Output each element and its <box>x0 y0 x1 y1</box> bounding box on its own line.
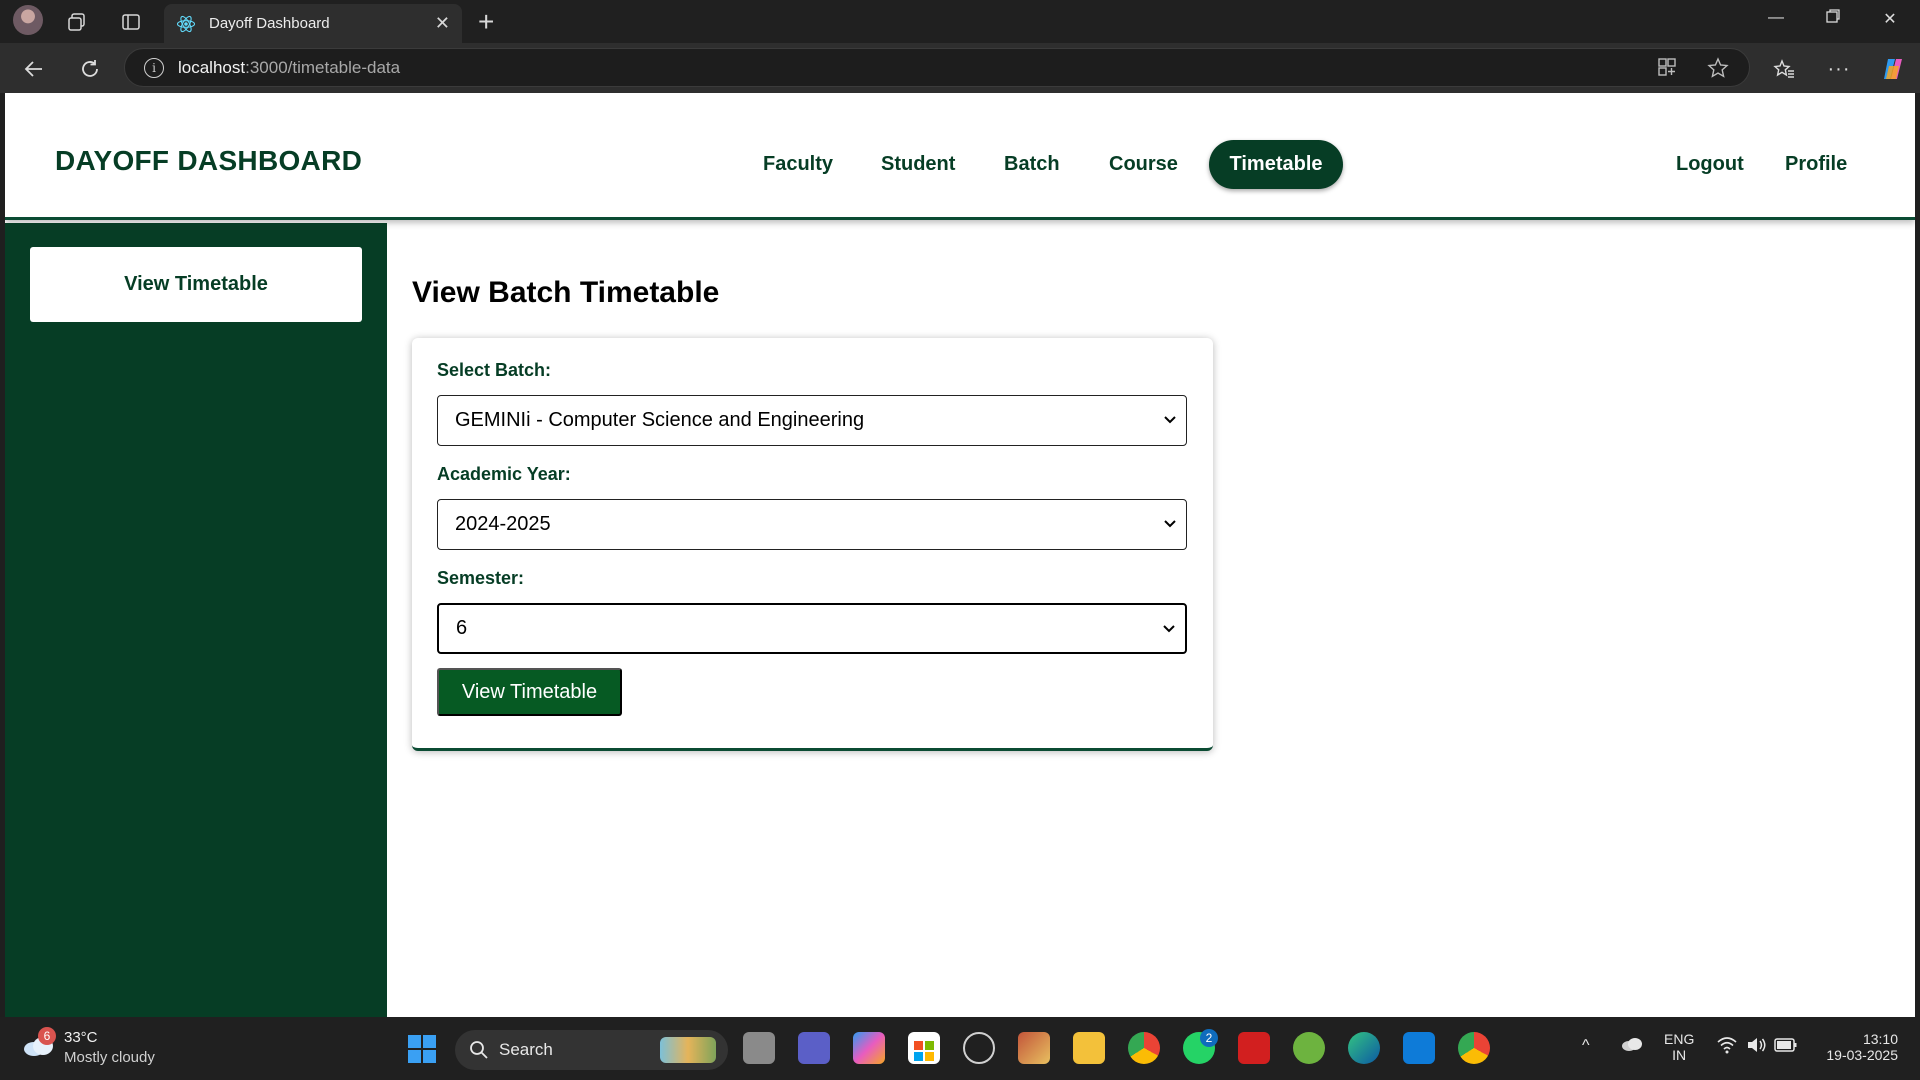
batch-select-value: GEMINIi - Computer Science and Engineeri… <box>455 409 865 431</box>
sidebar: View Timetable <box>5 223 387 1017</box>
search-label: Search <box>499 1040 553 1059</box>
page-title: View Batch Timetable <box>412 276 720 309</box>
teams-icon[interactable] <box>798 1032 830 1064</box>
restore-icon[interactable] <box>1813 9 1853 28</box>
weather-temperature[interactable]: 33°C <box>64 1029 98 1046</box>
region-code: IN <box>1672 1047 1687 1063</box>
view-timetable-button[interactable]: View Timetable <box>437 668 622 716</box>
taskbar: 6 33°C Mostly cloudy Search 2 ^ ENG IN 1… <box>0 1017 1920 1080</box>
semester-select-value: 6 <box>456 617 468 639</box>
semester-label: Semester: <box>437 568 525 588</box>
browser-tab-bar: Dayoff Dashboard ✕ + — ✕ <box>0 0 1920 43</box>
wifi-icon[interactable] <box>1716 1036 1738 1057</box>
profile-link[interactable]: Profile <box>1785 153 1847 176</box>
address-bar[interactable]: i localhost:3000/timetable-data <box>124 48 1750 87</box>
nav-faculty[interactable]: Faculty <box>763 153 833 176</box>
academic-year-label: Academic Year: <box>437 464 571 484</box>
browser-tab-active[interactable]: Dayoff Dashboard ✕ <box>164 4 462 43</box>
whatsapp-badge: 2 <box>1200 1029 1218 1047</box>
chrome-profile-icon[interactable] <box>1458 1032 1490 1064</box>
nav-course[interactable]: Course <box>1109 153 1178 176</box>
copilot-icon[interactable] <box>1879 55 1907 83</box>
show-hidden-icons[interactable]: ^ <box>1582 1037 1590 1055</box>
chevron-down-icon <box>1164 416 1176 424</box>
acrobat-icon[interactable] <box>1238 1032 1270 1064</box>
tab-title: Dayoff Dashboard <box>209 15 330 32</box>
workspaces-icon[interactable] <box>63 8 91 36</box>
academic-year-select[interactable]: 2024-2025 <box>437 499 1187 550</box>
game-app-icon[interactable] <box>1018 1032 1050 1064</box>
url-host: localhost <box>178 57 246 77</box>
clock[interactable]: 13:10 19-03-2025 <box>1812 1031 1898 1063</box>
favorite-star-icon[interactable] <box>1707 57 1729 85</box>
language-code: ENG <box>1664 1031 1695 1047</box>
semester-select[interactable]: 6 <box>437 603 1187 654</box>
language-indicator[interactable]: ENG IN <box>1664 1031 1694 1063</box>
minimize-icon[interactable]: — <box>1756 9 1796 27</box>
more-options-icon[interactable]: ··· <box>1825 55 1853 83</box>
close-tab-icon[interactable]: ✕ <box>435 13 450 33</box>
academic-year-select-value: 2024-2025 <box>455 513 551 535</box>
vscode-icon[interactable] <box>1403 1032 1435 1064</box>
nav-student[interactable]: Student <box>881 153 955 176</box>
app-header: DAYOFF DASHBOARD Faculty Student Batch C… <box>5 93 1915 220</box>
url-path: :3000/timetable-data <box>245 57 401 77</box>
volume-icon[interactable] <box>1746 1036 1768 1057</box>
spring-tools-icon[interactable] <box>1293 1032 1325 1064</box>
clock-time: 13:10 <box>1862 1031 1898 1047</box>
batch-select[interactable]: GEMINIi - Computer Science and Engineeri… <box>437 395 1187 446</box>
chevron-down-icon <box>1163 625 1175 633</box>
react-icon <box>174 12 198 36</box>
battery-icon[interactable] <box>1774 1037 1798 1056</box>
chrome-icon[interactable] <box>1128 1032 1160 1064</box>
nav-batch[interactable]: Batch <box>1004 153 1060 176</box>
page-viewport: DAYOFF DASHBOARD Faculty Student Batch C… <box>5 93 1915 1017</box>
vertical-tabs-icon[interactable] <box>117 8 145 36</box>
edge-icon[interactable] <box>1348 1032 1380 1064</box>
nav-timetable-active[interactable]: Timetable <box>1209 140 1343 189</box>
favorites-icon[interactable] <box>1770 55 1798 83</box>
taskbar-search[interactable]: Search <box>455 1030 728 1070</box>
logout-link[interactable]: Logout <box>1676 153 1744 176</box>
app-available-icon[interactable] <box>1657 57 1677 83</box>
task-view-icon[interactable] <box>743 1032 775 1064</box>
back-icon[interactable] <box>20 55 48 83</box>
new-tab-icon[interactable]: + <box>478 6 494 38</box>
sidebar-item-view-timetable[interactable]: View Timetable <box>30 247 362 322</box>
profile-avatar[interactable] <box>13 5 43 35</box>
refresh-icon[interactable] <box>76 55 104 83</box>
microsoft-store-icon[interactable] <box>908 1032 940 1064</box>
clock-date: 19-03-2025 <box>1826 1047 1898 1063</box>
close-window-icon[interactable]: ✕ <box>1870 9 1910 29</box>
search-highlight-image <box>660 1037 716 1063</box>
file-explorer-icon[interactable] <box>1073 1032 1105 1064</box>
search-icon <box>470 1041 488 1059</box>
weather-alert-badge: 6 <box>38 1027 56 1045</box>
dell-icon[interactable] <box>963 1032 995 1064</box>
onedrive-icon[interactable] <box>1620 1035 1644 1056</box>
browser-toolbar: i localhost:3000/timetable-data ··· <box>0 43 1920 93</box>
chevron-down-icon <box>1164 520 1176 528</box>
weather-description[interactable]: Mostly cloudy <box>64 1049 155 1066</box>
windows-start-icon[interactable] <box>407 1034 437 1064</box>
brand-title[interactable]: DAYOFF DASHBOARD <box>55 145 362 177</box>
site-info-icon[interactable]: i <box>144 57 164 78</box>
timetable-form-card: Select Batch: GEMINIi - Computer Science… <box>412 338 1213 751</box>
batch-label: Select Batch: <box>437 360 552 380</box>
copilot-app-icon[interactable] <box>853 1032 885 1064</box>
